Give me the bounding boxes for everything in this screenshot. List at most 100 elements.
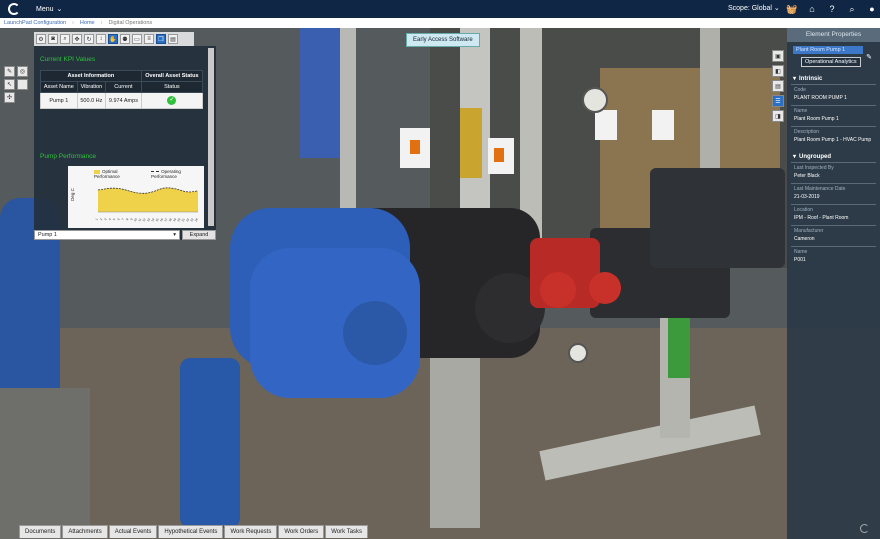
pencil-icon[interactable]: ✎: [4, 66, 15, 77]
chevron-down-icon: ▾: [793, 76, 797, 82]
asset-select[interactable]: Pump 1 ▾: [34, 230, 180, 240]
pencil-icon[interactable]: ✎: [866, 53, 872, 61]
property-field: Name P001: [791, 246, 876, 265]
camera-icon[interactable]: ◙: [48, 34, 58, 44]
optimal-area: [98, 187, 198, 212]
kpi-table: Asset Information Overall Asset Status A…: [40, 70, 204, 109]
chevron-down-icon: ⌄: [56, 6, 63, 13]
basket-icon[interactable]: 🧺: [786, 3, 798, 15]
target-icon[interactable]: ◎: [17, 66, 28, 77]
user-icon[interactable]: ●: [866, 3, 878, 15]
current-cell: 9.974 Amps: [105, 92, 142, 109]
property-value: Cameron: [794, 236, 815, 242]
panel-tool-icon[interactable]: ◧: [772, 65, 784, 77]
property-value: IPM - Roof - Plant Room: [794, 215, 849, 221]
panel-tool-icon[interactable]: ▤: [772, 80, 784, 92]
property-label: Manufacturer: [794, 228, 824, 234]
copy-icon[interactable]: ❐: [156, 34, 166, 44]
tab-hypothetical-events[interactable]: Hypothetical Events: [158, 525, 224, 538]
expand-button[interactable]: Expand: [182, 230, 216, 240]
chevron-down-icon: ▾: [173, 232, 176, 238]
blank-tool-icon[interactable]: [17, 79, 28, 90]
operational-analytics-button[interactable]: Operational Analytics: [801, 57, 861, 67]
ungrouped-section[interactable]: ▾ Ungrouped: [787, 153, 880, 161]
measure-icon[interactable]: ↕: [96, 34, 106, 44]
tab-actual-events[interactable]: Actual Events: [108, 525, 158, 538]
property-label: Last Maintenance Date: [794, 186, 846, 192]
property-label: Last Inspected By: [794, 165, 834, 171]
help-icon[interactable]: ?: [826, 3, 838, 15]
people-icon[interactable]: ⚉: [120, 34, 130, 44]
column-header: Current: [105, 81, 142, 93]
rotate-icon[interactable]: ↻: [84, 34, 94, 44]
pointer-icon[interactable]: ↖: [4, 79, 15, 90]
chart-ylabel: Deg C: [69, 188, 75, 201]
property-field: Code PLANT ROOM PUMP 1: [791, 84, 876, 103]
property-value: 21-03-2019: [794, 194, 820, 200]
property-field: Name Plant Room Pump 1: [791, 105, 876, 124]
breadcrumb-link[interactable]: LaunchPad Configuration: [4, 20, 66, 26]
tab-attachments[interactable]: Attachments: [62, 525, 108, 538]
property-value: Plant Room Pump 1 - HVAC Pump: [794, 137, 872, 143]
panel-tool-icon[interactable]: ▣: [772, 50, 784, 62]
tab-work-requests[interactable]: Work Requests: [224, 525, 278, 538]
property-value: PLANT ROOM PUMP 1: [794, 95, 847, 101]
property-field: Last Maintenance Date 21-03-2019: [791, 183, 876, 202]
column-header: Status: [140, 81, 204, 93]
property-label: Location: [794, 207, 813, 213]
viewer-toolbar: ⚙ ◙ ⌕ ✥ ↻ ↕ ✋ ⚉ ▭ ≡ ❐ ▤: [34, 32, 194, 46]
vibration-cell: 500.0 Hz: [76, 92, 107, 109]
column-header: Vibration: [76, 81, 107, 93]
layers-icon[interactable]: ≡: [144, 34, 154, 44]
right-tools: ▣ ◧ ▤ ☰ ◨: [772, 50, 784, 122]
properties-panel: Element Properties Plant Room Pump 1 ✎ O…: [787, 28, 880, 539]
properties-icon[interactable]: ☰: [772, 95, 784, 107]
pan-icon[interactable]: ✥: [72, 34, 82, 44]
breadcrumb: LaunchPad Configuration › Home › Digital…: [0, 18, 880, 28]
breadcrumb-sep: ›: [72, 20, 74, 26]
early-access-badge: Early Access Software: [406, 33, 480, 47]
panel-scrollbar[interactable]: [208, 48, 214, 226]
settings-gear-icon[interactable]: ⚙: [36, 34, 46, 44]
breadcrumb-link[interactable]: Home: [80, 20, 95, 26]
table-row[interactable]: Pump 1 500.0 Hz 9.974 Amps ✓: [40, 92, 204, 109]
top-icons: 🧺 ⌂ ? ⌕ ● 🔧: [786, 3, 880, 15]
tool-icon[interactable]: ✣: [4, 92, 15, 103]
intrinsic-section[interactable]: ▾ Intrinsic: [787, 75, 880, 83]
asset-select-row: Pump 1 ▾ Expand: [34, 230, 216, 240]
kpi-panel: Current KPI Values Asset Information Ove…: [34, 46, 216, 240]
print-icon[interactable]: ▤: [168, 34, 178, 44]
group-header: Asset Information: [40, 70, 142, 82]
legend-operating: Operating Performance: [151, 169, 181, 179]
home-icon[interactable]: ⌂: [806, 3, 818, 15]
walk-icon[interactable]: ✋: [108, 34, 118, 44]
top-bar: Menu⌄ Scope: Global ⌄ 🧺 ⌂ ? ⌕ ● 🔧: [0, 0, 880, 18]
app-logo-icon[interactable]: [8, 3, 20, 15]
tab-work-orders[interactable]: Work Orders: [278, 525, 325, 538]
tab-work-tasks[interactable]: Work Tasks: [325, 525, 369, 538]
property-label: Name: [794, 108, 808, 114]
property-value: P001: [794, 257, 806, 263]
element-name: Plant Room Pump 1: [793, 46, 863, 54]
kpi-title: Current KPI Values: [40, 56, 96, 63]
property-field: Location IPM - Roof - Plant Room: [791, 204, 876, 223]
x-tick-label: 24: [194, 217, 199, 222]
legend-optimal: Optimal Performance: [94, 169, 120, 179]
property-value: Peter Black: [794, 173, 820, 179]
menu-button[interactable]: Menu ⌄: [36, 5, 63, 14]
property-label: Name: [794, 249, 808, 255]
zoom-icon[interactable]: ⌕: [60, 34, 70, 44]
performance-chart: Optimal Performance Operating Performanc…: [68, 166, 204, 228]
scope-selector[interactable]: Scope: Global ⌄: [728, 4, 780, 12]
property-label: Code: [794, 87, 806, 93]
asset-name-cell: Pump 1: [40, 92, 78, 109]
breadcrumb-current: Digital Operations: [108, 20, 153, 26]
panel-tool-icon[interactable]: ◨: [772, 110, 784, 122]
tab-documents[interactable]: Documents: [19, 525, 62, 538]
legend-line: [151, 171, 160, 173]
search-icon[interactable]: ⌕: [846, 3, 858, 15]
check-circle-icon: ✓: [167, 96, 177, 105]
bottom-tabs: Documents Attachments Actual Events Hypothe…: [19, 525, 369, 538]
status-cell: ✓: [140, 92, 204, 109]
section-icon[interactable]: ▭: [132, 34, 142, 44]
